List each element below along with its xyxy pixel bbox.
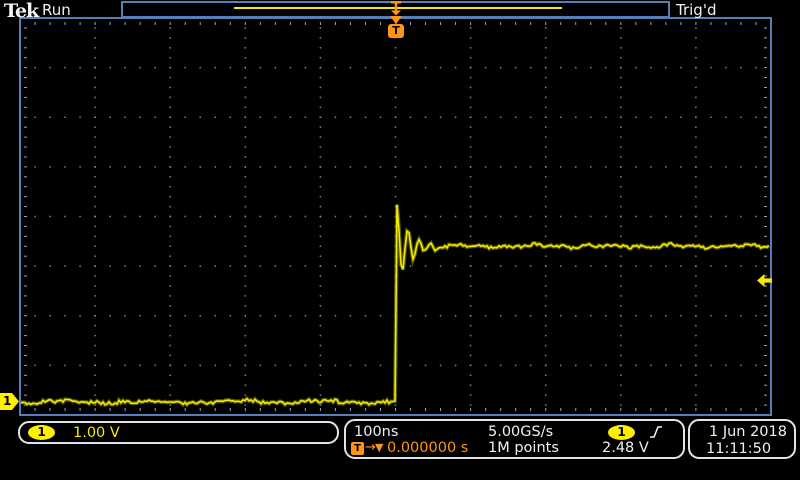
oscilloscope-screen: Tek Run Trig'd T 1 1 1.00 V 100ns 5.00GS…	[0, 0, 800, 480]
acquisition-status: Run	[42, 1, 71, 19]
trigger-source-badge: 1	[608, 425, 635, 440]
datetime-readout: 1 Jun 2018 11:11:50	[688, 419, 796, 459]
trigger-level-readout: 2.48 V	[602, 440, 649, 456]
arrow-down-icon: ▼	[375, 441, 383, 454]
record-length-readout: 1M points	[488, 440, 559, 456]
horizontal-trigger-readout: 100ns 5.00GS/s 1 T → ▼ 0.000000 s 1M poi…	[344, 419, 685, 459]
date-readout: 1 Jun 2018	[709, 424, 787, 440]
trigger-t-icon: T	[351, 442, 364, 455]
channel1-readout: 1 1.00 V	[18, 421, 339, 444]
trigger-position-readout: 0.000000 s	[387, 440, 468, 456]
time-readout: 11:11:50	[706, 441, 771, 457]
trigger-position-arrow-icon	[390, 16, 402, 24]
graticule	[0, 0, 800, 480]
sample-rate-readout: 5.00GS/s	[488, 424, 553, 440]
trigger-position-flag[interactable]: T	[388, 24, 404, 38]
channel1-badge: 1	[28, 425, 55, 440]
channel1-scale: 1.00 V	[73, 425, 120, 441]
record-view-trigger-marker-icon[interactable]	[389, 0, 403, 16]
tek-logo: Tek	[4, 0, 38, 22]
trigger-status: Trig'd	[676, 1, 716, 19]
trigger-slope-rising-icon	[648, 424, 664, 440]
timebase-readout: 100ns	[354, 424, 398, 440]
